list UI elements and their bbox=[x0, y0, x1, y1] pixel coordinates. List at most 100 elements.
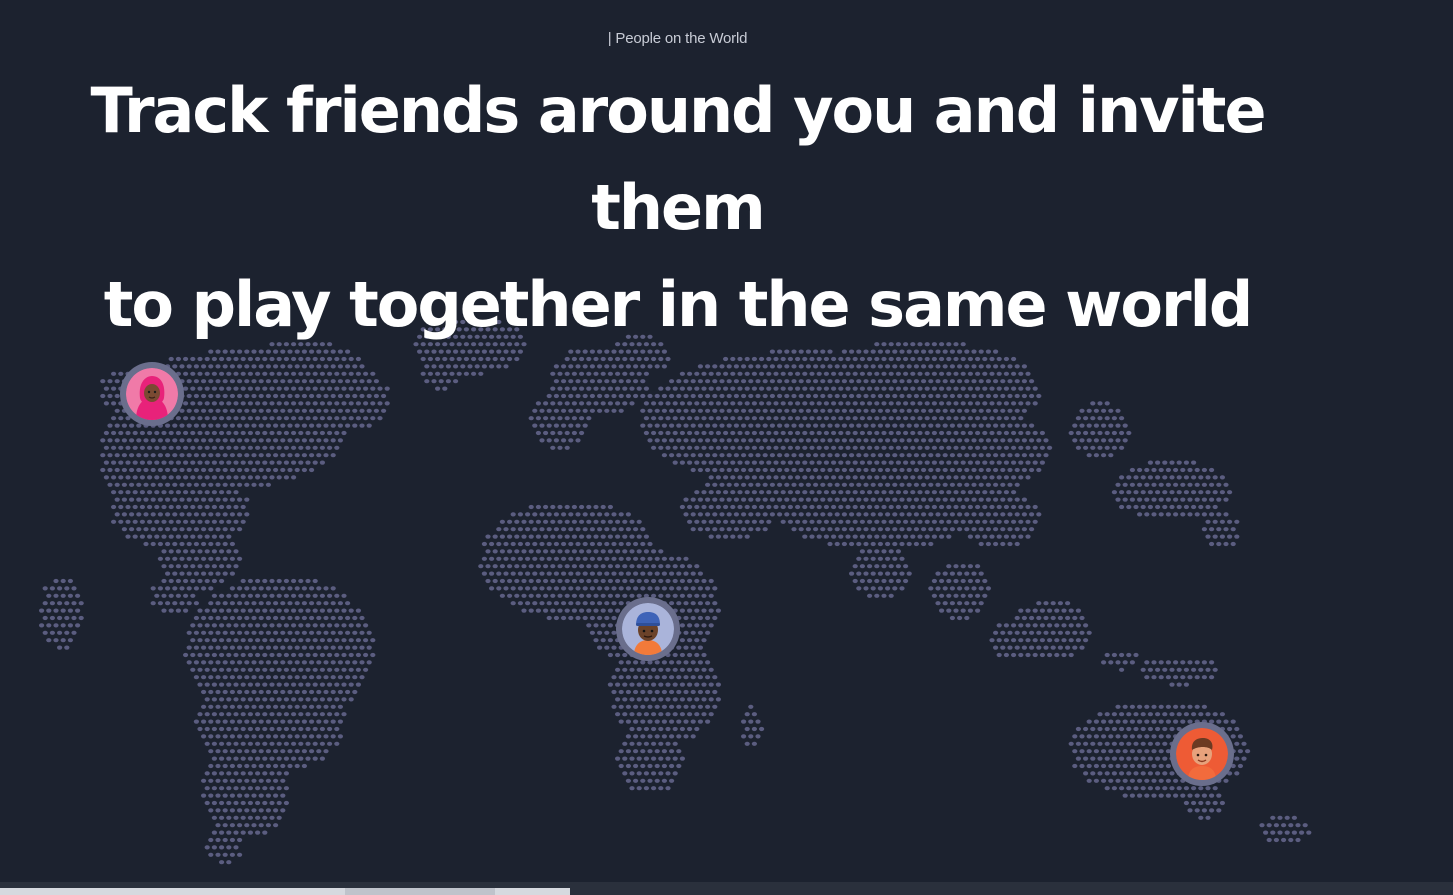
map-dot bbox=[496, 527, 502, 532]
map-dot bbox=[273, 467, 279, 473]
map-dot bbox=[197, 712, 203, 717]
map-dot bbox=[247, 741, 253, 746]
map-dot bbox=[636, 519, 642, 524]
map-dot bbox=[708, 475, 714, 480]
map-dot bbox=[370, 638, 376, 643]
map-dot bbox=[201, 660, 207, 665]
map-dot bbox=[222, 601, 228, 606]
map-dot bbox=[1021, 453, 1027, 458]
map-dot bbox=[1133, 756, 1139, 761]
map-dot bbox=[327, 712, 333, 717]
map-dot bbox=[676, 453, 682, 458]
map-dot bbox=[636, 578, 642, 584]
map-dot bbox=[273, 660, 279, 665]
map-dot bbox=[463, 371, 469, 376]
map-dot bbox=[111, 416, 117, 421]
map-dot bbox=[208, 482, 214, 487]
map-dot bbox=[276, 416, 282, 421]
map-dot bbox=[561, 571, 567, 576]
map-dot bbox=[525, 527, 531, 532]
map-dot bbox=[1191, 490, 1197, 495]
friend-avatar-north-america[interactable] bbox=[120, 362, 184, 426]
map-dot bbox=[507, 549, 513, 554]
map-dot bbox=[147, 490, 153, 495]
map-dot bbox=[1155, 741, 1161, 746]
map-dot bbox=[960, 386, 966, 391]
map-dot bbox=[258, 379, 264, 384]
map-dot bbox=[856, 527, 862, 532]
map-dot bbox=[301, 438, 307, 443]
map-dot bbox=[960, 430, 966, 436]
map-dot bbox=[521, 534, 527, 539]
map-dot bbox=[60, 593, 66, 598]
map-dot bbox=[1129, 704, 1135, 709]
map-dot bbox=[1219, 490, 1225, 495]
map-dot bbox=[834, 541, 840, 547]
map-dot bbox=[204, 371, 210, 376]
map-dot bbox=[723, 490, 729, 495]
map-dot bbox=[694, 593, 700, 598]
map-dot bbox=[1000, 423, 1006, 428]
map-dot bbox=[1018, 608, 1024, 613]
map-dot bbox=[1147, 771, 1153, 776]
map-dot bbox=[237, 675, 243, 680]
map-dot bbox=[269, 578, 275, 584]
map-dot bbox=[924, 386, 930, 391]
map-dot bbox=[193, 645, 199, 650]
map-dot bbox=[726, 497, 732, 502]
map-dot bbox=[49, 586, 56, 591]
map-dot bbox=[863, 571, 869, 576]
map-dot bbox=[334, 623, 340, 628]
map-dot bbox=[1187, 704, 1193, 709]
map-dot bbox=[269, 638, 275, 643]
map-dot bbox=[579, 578, 585, 584]
map-dot bbox=[244, 793, 250, 798]
map-dot bbox=[694, 401, 700, 406]
map-dot bbox=[971, 571, 977, 576]
friend-avatar-australia[interactable] bbox=[1170, 722, 1234, 786]
map-dot bbox=[1155, 460, 1161, 465]
map-dot bbox=[456, 371, 462, 376]
map-dot bbox=[1119, 416, 1125, 421]
map-dot bbox=[1129, 467, 1135, 473]
map-dot bbox=[237, 467, 243, 473]
map-dot bbox=[658, 430, 664, 436]
map-dot bbox=[939, 356, 945, 362]
map-dot bbox=[899, 408, 905, 413]
map-dot bbox=[265, 793, 271, 798]
map-dot bbox=[345, 689, 351, 695]
map-dot bbox=[957, 364, 963, 369]
map-dot bbox=[881, 504, 887, 510]
map-dot bbox=[651, 786, 657, 791]
map-dot bbox=[946, 593, 952, 598]
map-dot bbox=[870, 408, 876, 413]
map-dot bbox=[539, 541, 545, 547]
map-dot bbox=[154, 519, 160, 524]
map-dot bbox=[265, 823, 271, 828]
map-dot bbox=[237, 379, 243, 384]
map-dot bbox=[208, 467, 214, 473]
map-dot bbox=[1201, 482, 1207, 487]
horizontal-scrollbar[interactable] bbox=[0, 882, 1453, 895]
map-dot bbox=[1140, 771, 1146, 776]
map-dot bbox=[946, 608, 952, 613]
map-dot bbox=[280, 453, 286, 458]
map-dot bbox=[730, 401, 736, 406]
map-dot bbox=[780, 401, 786, 406]
map-dot bbox=[931, 371, 938, 376]
map-dot bbox=[1187, 512, 1193, 517]
map-dot bbox=[219, 860, 225, 865]
map-dot bbox=[294, 586, 300, 591]
friend-avatar-africa[interactable] bbox=[616, 597, 680, 661]
map-dot bbox=[888, 416, 894, 421]
map-dot bbox=[838, 386, 844, 391]
map-dot bbox=[611, 408, 617, 413]
map-dot bbox=[229, 763, 235, 769]
map-dot bbox=[1176, 712, 1182, 717]
map-dot bbox=[849, 438, 855, 443]
map-dot bbox=[697, 438, 704, 443]
map-dot bbox=[967, 371, 974, 376]
map-dot bbox=[935, 438, 941, 443]
map-dot bbox=[571, 356, 578, 362]
map-dot bbox=[809, 356, 815, 362]
